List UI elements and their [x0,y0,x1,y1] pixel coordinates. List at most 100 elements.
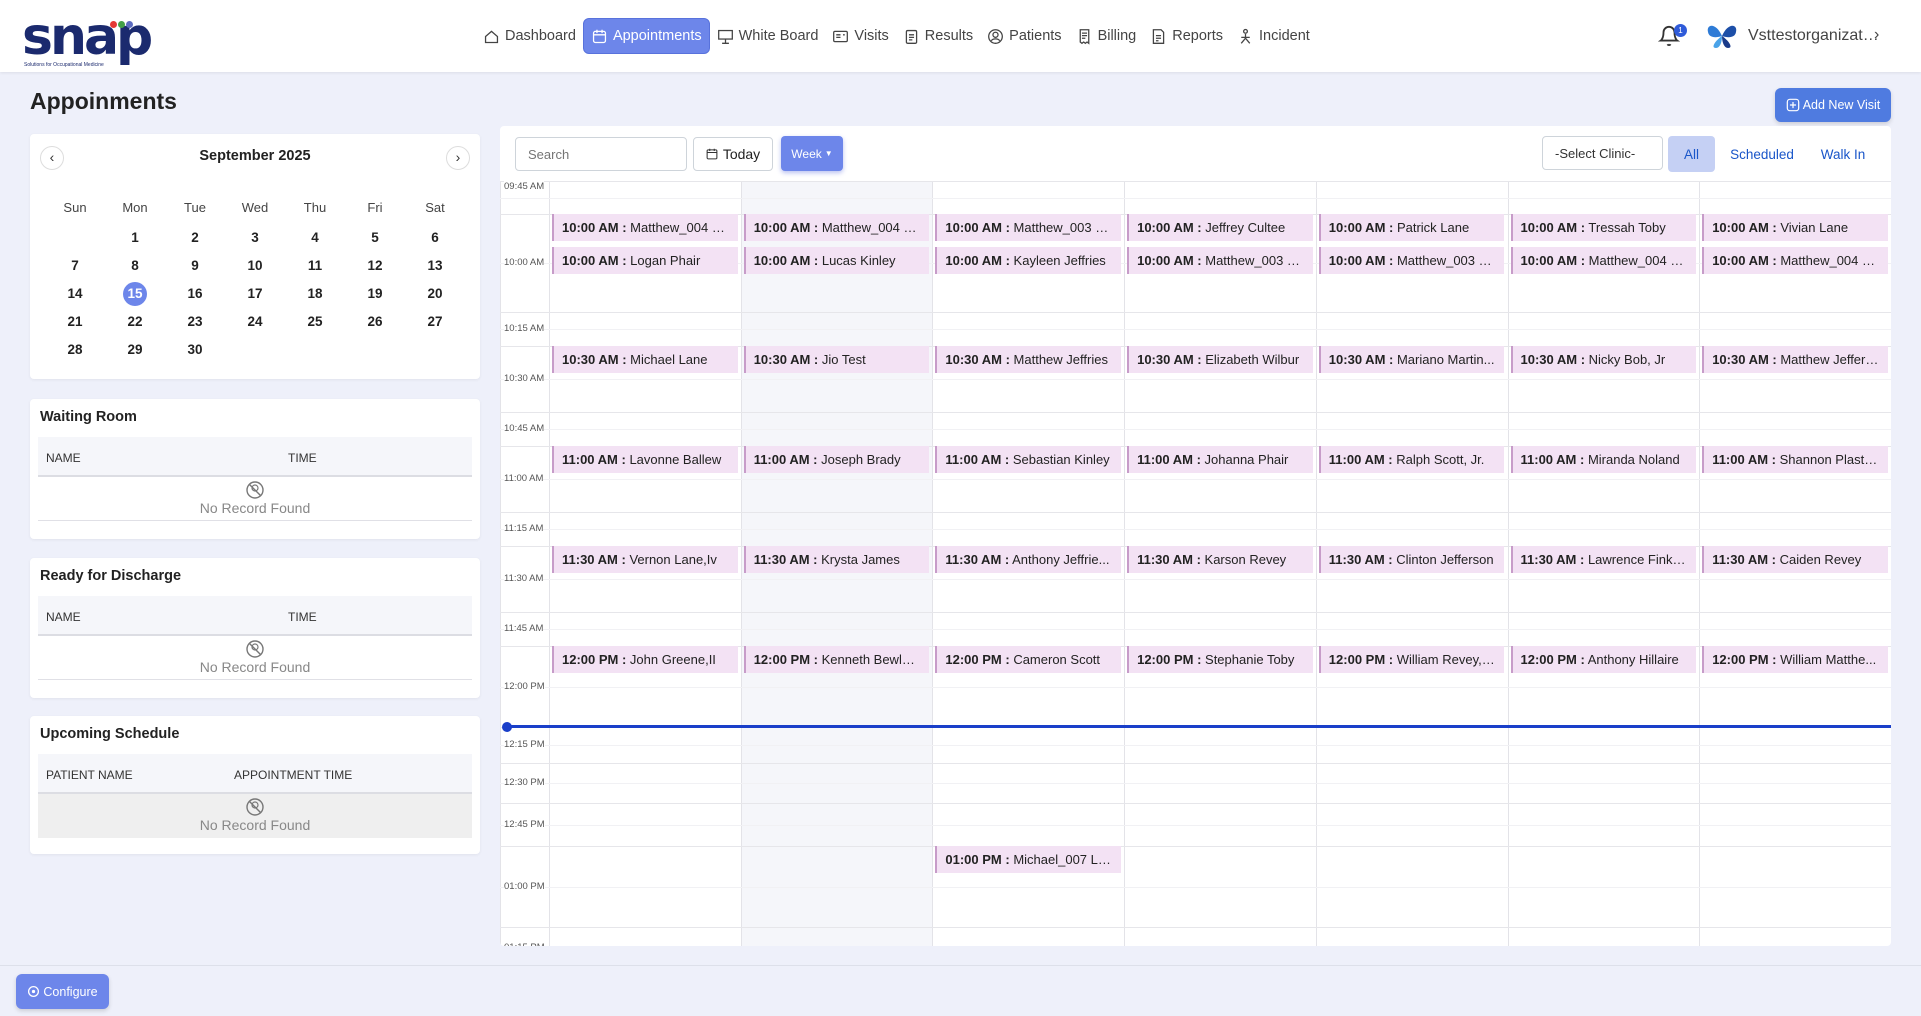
appointment-card[interactable]: 12:00 PM : Stephanie Toby [1127,646,1313,673]
appointment-card[interactable]: 10:30 AM : Nicky Bob, Jr [1510,346,1697,373]
half-slot-line [500,687,1891,688]
appointment-card[interactable]: 10:30 AM : Jio Test [743,346,930,373]
appointment-card[interactable]: 11:00 AM : Miranda Noland [1510,446,1697,473]
appointment-card[interactable]: 12:00 PM : William Revey, Jr. [1318,646,1505,673]
calendar-day[interactable]: 12 [345,254,405,282]
calendar-day[interactable]: 25 [285,310,345,338]
calendar-day-today[interactable]: 15 [105,282,165,310]
appointment-card[interactable]: 10:00 AM : Patrick Lane [1318,214,1505,241]
appointment-card[interactable]: 11:30 AM : Lawrence Finkb... [1510,546,1697,573]
appointment-card[interactable]: 10:00 AM : Matthew_003 R... [1127,247,1313,274]
nav-billing[interactable]: Billing [1069,18,1144,54]
appointment-card[interactable]: 10:00 AM : Matthew_003 R... [1318,247,1505,274]
organization-name[interactable]: Vsttestorganization [1748,27,1880,45]
appointment-card[interactable]: 11:00 AM : Sebastian Kinley [935,446,1122,473]
clinic-select[interactable]: -Select Clinic- [1542,136,1663,170]
appointment-card[interactable]: 10:00 AM : Jeffrey Cultee [1127,214,1313,241]
filter-all-button[interactable]: All [1668,136,1715,172]
calendar-day[interactable]: 3 [225,226,285,254]
appointment-card[interactable]: 10:00 AM : Matthew_004 R... [743,214,930,241]
calendar-day[interactable]: 22 [105,310,165,338]
appointment-card[interactable]: 10:00 AM : Vivian Lane [1702,214,1888,241]
appointment-patient: Cameron Scott [1009,652,1101,667]
appointment-card[interactable]: 11:00 AM : Lavonne Ballew [552,446,738,473]
calendar-day[interactable]: 1 [105,226,165,254]
calendar-day[interactable]: 16 [165,282,225,310]
calendar-day[interactable]: 5 [345,226,405,254]
appointment-card[interactable]: 10:30 AM : Elizabeth Wilbur [1127,346,1313,373]
calendar-day[interactable]: 24 [225,310,285,338]
calendar-day[interactable]: 21 [45,310,105,338]
calendar-day[interactable]: 7 [45,254,105,282]
nav-reports[interactable]: Reports [1143,18,1230,54]
filter-walk-in-button[interactable]: Walk In [1810,136,1876,172]
appointment-card[interactable]: 12:00 PM : Cameron Scott [935,646,1122,673]
calendar-day[interactable]: 30 [165,338,225,366]
appointment-card[interactable]: 10:30 AM : Michael Lane [552,346,738,373]
calendar-day[interactable]: 10 [225,254,285,282]
nav-appointments[interactable]: Appointments [582,18,710,54]
nav-incident[interactable]: Incident [1230,18,1317,54]
calendar-day[interactable]: 6 [405,226,465,254]
appointment-card[interactable]: 12:00 PM : John Greene,II [552,646,738,673]
appointment-card[interactable]: 12:00 PM : Kenneth Bewley... [743,646,930,673]
next-month-button[interactable]: › [446,146,470,170]
calendar-day[interactable]: 29 [105,338,165,366]
appointment-card[interactable]: 01:00 PM : Michael_007 La... [935,846,1122,873]
appointment-card[interactable]: 10:00 AM : Logan Phair [552,247,738,274]
add-new-visit-button[interactable]: Add New Visit [1775,88,1891,122]
appointment-card[interactable]: 10:00 AM : Matthew_004 R... [552,214,738,241]
appointment-time: 11:00 AM : [753,452,818,467]
appointment-card[interactable]: 10:00 AM : Tressah Toby [1510,214,1697,241]
nav-results[interactable]: Results [896,18,980,54]
nav-dashboard[interactable]: Dashboard [476,18,583,54]
nav-visits[interactable]: Visits [825,18,895,54]
calendar-day[interactable]: 19 [345,282,405,310]
configure-button[interactable]: Configure [16,974,109,1009]
calendar-day[interactable]: 18 [285,282,345,310]
appointment-card[interactable]: 11:00 AM : Joseph Brady [743,446,930,473]
appointment-patient: Stephanie Toby [1201,652,1295,667]
appointment-card[interactable]: 11:30 AM : Clinton Jefferson [1318,546,1505,573]
today-button[interactable]: Today [693,137,773,171]
appointment-card[interactable]: 10:30 AM : Matthew Jeffers... [1702,346,1888,373]
calendar-day[interactable]: 4 [285,226,345,254]
calendar-day[interactable]: 28 [45,338,105,366]
calendar-day[interactable]: 11 [285,254,345,282]
calendar-day[interactable]: 9 [165,254,225,282]
nav-white-board[interactable]: White Board [710,18,826,54]
appointment-card[interactable]: 10:00 AM : Matthew_004 R... [1702,247,1888,274]
chevron-right-icon[interactable]: › [1874,26,1879,44]
appointment-card[interactable]: 11:30 AM : Vernon Lane,Iv [552,546,738,573]
appointment-card[interactable]: 11:30 AM : Caiden Revey [1702,546,1888,573]
appointment-card[interactable]: 11:00 AM : Johanna Phair [1127,446,1313,473]
appointment-card[interactable]: 11:30 AM : Karson Revey [1127,546,1313,573]
appointment-card[interactable]: 11:00 AM : Shannon Plaste... [1702,446,1888,473]
appointment-card[interactable]: 10:00 AM : Lucas Kinley [743,247,930,274]
filter-scheduled-button[interactable]: Scheduled [1722,136,1802,172]
calendar-day[interactable]: 20 [405,282,465,310]
view-dropdown[interactable]: Week ▼ [781,136,843,171]
calendar-day[interactable]: 23 [165,310,225,338]
appointment-card[interactable]: 11:30 AM : Krysta James [743,546,930,573]
calendar-day[interactable]: 26 [345,310,405,338]
appointment-card[interactable]: 10:00 AM : Matthew_004 R... [1510,247,1697,274]
appointment-card[interactable]: 10:00 AM : Matthew_003 R... [935,214,1122,241]
appointment-card[interactable]: 11:30 AM : Anthony Jeffrie... [935,546,1122,573]
calendar-day[interactable]: 27 [405,310,465,338]
appointment-card[interactable]: 10:00 AM : Kayleen Jeffries [935,247,1122,274]
search-input[interactable] [515,137,687,171]
appointment-card[interactable]: 10:30 AM : Mariano Martin... [1318,346,1505,373]
calendar-day[interactable]: 8 [105,254,165,282]
calendar-day[interactable]: 14 [45,282,105,310]
appointment-card[interactable]: 12:00 PM : Anthony Hillaire [1510,646,1697,673]
appointment-card[interactable]: 10:30 AM : Matthew Jeffries [935,346,1122,373]
slot-line [500,612,1891,613]
nav-patients[interactable]: Patients [980,18,1068,54]
calendar-day[interactable]: 2 [165,226,225,254]
calendar-day[interactable]: 13 [405,254,465,282]
appointment-card[interactable]: 12:00 PM : William Matthe... [1702,646,1888,673]
calendar-day[interactable]: 17 [225,282,285,310]
snap-logo[interactable]: snap Solutions for Occupational Medicine [22,11,153,68]
appointment-card[interactable]: 11:00 AM : Ralph Scott, Jr. [1318,446,1505,473]
